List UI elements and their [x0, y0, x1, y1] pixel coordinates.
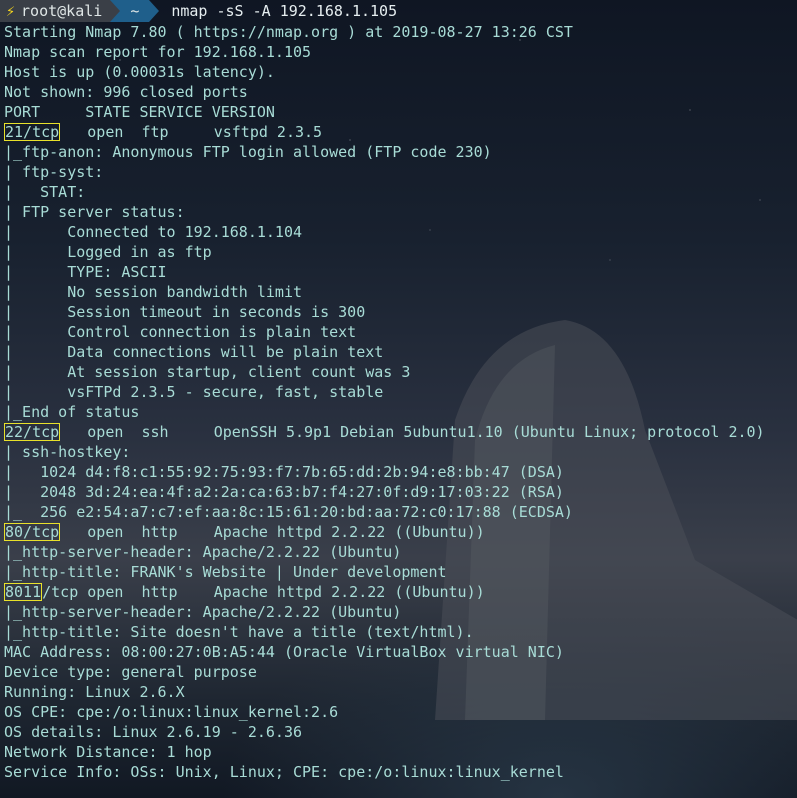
port-highlight: 8011 — [4, 583, 43, 601]
output-line: Nmap scan report for 192.168.1.105 — [4, 43, 312, 61]
output-line: Network Distance: 1 hop — [4, 743, 212, 761]
output-line: | Session timeout in seconds is 300 — [4, 303, 366, 321]
port-details: open ftp vsftpd 2.3.5 — [60, 123, 323, 141]
output-line: MAC Address: 08:00:27:0B:A5:44 (Oracle V… — [4, 643, 564, 661]
output-line: | ssh-hostkey: — [4, 443, 131, 461]
output-line: Not shown: 996 closed ports — [4, 83, 248, 101]
powerline-arrow-icon — [110, 0, 121, 22]
output-line: | FTP server status: — [4, 203, 185, 221]
port-line: 21/tcp open ftp vsftpd 2.3.5 — [0, 122, 797, 142]
output-line: | TYPE: ASCII — [4, 263, 167, 281]
output-line: |_ftp-anon: Anonymous FTP login allowed … — [4, 143, 492, 161]
prompt-command: nmap -sS -A 192.168.1.105 — [171, 2, 398, 20]
output-line: PORT STATE SERVICE VERSION — [4, 103, 275, 121]
terminal-output[interactable]: ⚡ root@kali ~ nmap -sS -A 192.168.1.105 … — [0, 0, 797, 782]
output-line: | 1024 d4:f8:c1:55:92:75:93:f7:7b:65:dd:… — [4, 463, 564, 481]
output-line: | Control connection is plain text — [4, 323, 357, 341]
output-line: |_http-server-header: Apache/2.2.22 (Ubu… — [4, 603, 402, 621]
port-highlight: 21/tcp — [4, 123, 61, 141]
output-line: |_http-title: Site doesn't have a title … — [4, 623, 474, 641]
lightning-icon: ⚡ — [6, 2, 16, 20]
output-line: OS CPE: cpe:/o:linux:linux_kernel:2.6 — [4, 703, 339, 721]
output-line: Running: Linux 2.6.X — [4, 683, 185, 701]
output-line: Device type: general purpose — [4, 663, 257, 681]
port-details: open http Apache httpd 2.2.22 ((Ubuntu)) — [60, 523, 485, 541]
output-line: Host is up (0.00031s latency). — [4, 63, 275, 81]
prompt-user: root@kali — [21, 2, 103, 20]
output-line: | Connected to 192.168.1.104 — [4, 223, 303, 241]
output-line: | At session startup, client count was 3 — [4, 363, 411, 381]
output-line: |_http-title: FRANK's Website | Under de… — [4, 563, 447, 581]
port-line: 22/tcp open ssh OpenSSH 5.9p1 Debian 5ub… — [0, 422, 797, 442]
output-line: Service Info: OSs: Unix, Linux; CPE: cpe… — [4, 763, 564, 781]
output-line: OS details: Linux 2.6.19 - 2.6.36 — [4, 723, 303, 741]
port-details: /tcp open http Apache httpd 2.2.22 ((Ubu… — [42, 583, 485, 601]
shell-prompt: ⚡ root@kali ~ nmap -sS -A 192.168.1.105 — [0, 0, 797, 22]
output-line: | 2048 3d:24:ea:4f:a2:2a:ca:63:b7:f4:27:… — [4, 483, 564, 501]
output-line: |_ 256 e2:54:a7:c7:ef:aa:8c:15:61:20:bd:… — [4, 503, 573, 521]
output-line: | vsFTPd 2.3.5 - secure, fast, stable — [4, 383, 384, 401]
prompt-dir-segment: ~ — [120, 0, 150, 22]
output-line: | ftp-syst: — [4, 163, 104, 181]
output-line: | No session bandwidth limit — [4, 283, 303, 301]
output-line: | Data connections will be plain text — [4, 343, 384, 361]
output-line: | Logged in as ftp — [4, 243, 212, 261]
terminal-window[interactable]: ⚡ root@kali ~ nmap -sS -A 192.168.1.105 … — [0, 0, 797, 798]
prompt-dir: ~ — [130, 2, 140, 20]
output-line: |_http-server-header: Apache/2.2.22 (Ubu… — [4, 543, 402, 561]
output-line: Starting Nmap 7.80 ( https://nmap.org ) … — [4, 23, 573, 41]
port-details: open ssh OpenSSH 5.9p1 Debian 5ubuntu1.1… — [60, 423, 765, 441]
port-line: 80/tcp open http Apache httpd 2.2.22 ((U… — [0, 522, 797, 542]
prompt-user-segment: ⚡ root@kali — [0, 0, 111, 22]
port-line: 8011/tcp open http Apache httpd 2.2.22 (… — [0, 582, 797, 602]
output-line: | STAT: — [4, 183, 86, 201]
port-highlight: 22/tcp — [4, 423, 61, 441]
port-highlight: 80/tcp — [4, 523, 61, 541]
powerline-arrow-icon — [149, 0, 160, 22]
output-line: |_End of status — [4, 403, 140, 421]
